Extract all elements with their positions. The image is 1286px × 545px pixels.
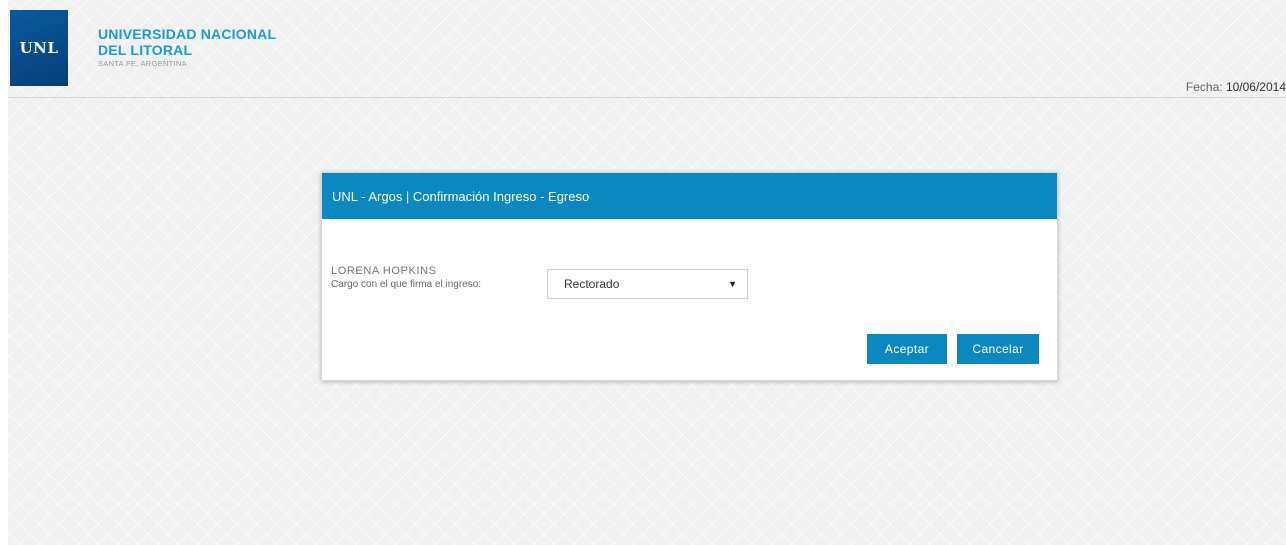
cargo-field-label: Cargo con el que firma el ingreso:: [331, 279, 482, 290]
logo-text: UNL: [19, 39, 59, 57]
triangle-down-icon: ▼: [728, 279, 737, 289]
page-edge: [0, 0, 8, 545]
cargo-select-value: Rectorado: [564, 277, 620, 291]
unl-logo: UNL: [10, 10, 68, 86]
page-header: UNL UNIVERSIDAD NACIONAL DEL LITORAL SAN…: [8, 10, 1286, 98]
date-display: Fecha: 10/06/2014: [1186, 80, 1286, 94]
confirmation-dialog: UNL - Argos | Confirmación Ingreso - Egr…: [321, 172, 1058, 381]
cancel-button[interactable]: Cancelar: [957, 334, 1039, 364]
person-name: LORENA HOPKINS: [331, 265, 437, 277]
accept-button[interactable]: Aceptar: [867, 334, 947, 364]
brand-block: UNIVERSIDAD NACIONAL DEL LITORAL SANTA F…: [98, 26, 276, 70]
dialog-header: UNL - Argos | Confirmación Ingreso - Egr…: [322, 173, 1057, 219]
cargo-select[interactable]: Rectorado ▼: [547, 269, 748, 299]
brand-name-line1: UNIVERSIDAD NACIONAL: [98, 26, 277, 42]
dialog-title: UNL - Argos | Confirmación Ingreso - Egr…: [332, 188, 590, 204]
date-label: Fecha:: [1185, 80, 1226, 94]
redacted-area: [331, 237, 489, 265]
brand-location: SANTA FE, ARGENTINA: [98, 59, 187, 68]
date-value: 10/06/2014: [1225, 80, 1286, 94]
brand-name-line2: DEL LITORAL: [98, 42, 193, 58]
